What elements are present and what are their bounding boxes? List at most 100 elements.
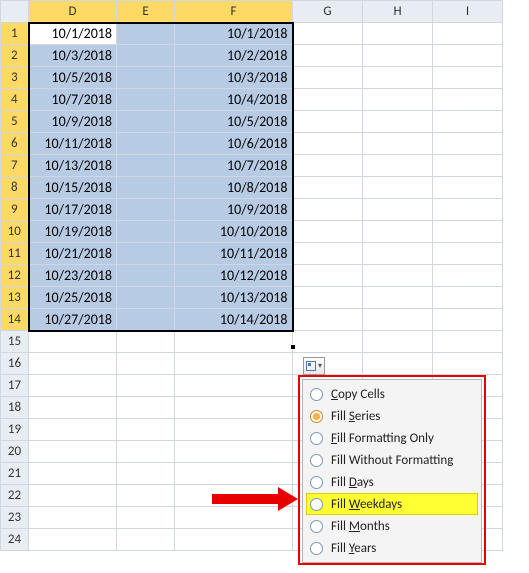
cell-F4[interactable]: 10/4/2018	[175, 89, 293, 111]
fill-handle[interactable]	[290, 344, 296, 350]
row-header-3[interactable]: 3	[1, 67, 29, 89]
cell-D9[interactable]: 10/17/2018	[29, 199, 117, 221]
cell-I1[interactable]	[433, 23, 503, 45]
cell-H1[interactable]	[363, 23, 433, 45]
cell-F21[interactable]	[175, 463, 293, 485]
cell-F12[interactable]: 10/12/2018	[175, 265, 293, 287]
cell-H13[interactable]	[363, 287, 433, 309]
cell-G6[interactable]	[293, 133, 363, 155]
cell-E17[interactable]	[117, 375, 175, 397]
cell-G2[interactable]	[293, 45, 363, 67]
cell-F6[interactable]: 10/6/2018	[175, 133, 293, 155]
cell-G4[interactable]	[293, 89, 363, 111]
cell-E7[interactable]	[117, 155, 175, 177]
cell-G5[interactable]	[293, 111, 363, 133]
row-header-6[interactable]: 6	[1, 133, 29, 155]
cell-E10[interactable]	[117, 221, 175, 243]
cell-H3[interactable]	[363, 67, 433, 89]
cell-I10[interactable]	[433, 221, 503, 243]
cell-F14[interactable]: 10/14/2018	[175, 309, 293, 331]
cell-E6[interactable]	[117, 133, 175, 155]
cell-H14[interactable]	[363, 309, 433, 331]
cell-H11[interactable]	[363, 243, 433, 265]
cell-H12[interactable]	[363, 265, 433, 287]
cell-E18[interactable]	[117, 397, 175, 419]
row-header-24[interactable]: 24	[1, 529, 29, 551]
cell-G13[interactable]	[293, 287, 363, 309]
cell-E14[interactable]	[117, 309, 175, 331]
cell-F5[interactable]: 10/5/2018	[175, 111, 293, 133]
row-header-10[interactable]: 10	[1, 221, 29, 243]
menu-item-fill-formatting-only[interactable]: Fill Formatting Only	[306, 427, 478, 449]
cell-H6[interactable]	[363, 133, 433, 155]
cell-D5[interactable]: 10/9/2018	[29, 111, 117, 133]
cell-F19[interactable]	[175, 419, 293, 441]
cell-E1[interactable]	[117, 23, 175, 45]
cell-D10[interactable]: 10/19/2018	[29, 221, 117, 243]
cell-E22[interactable]	[117, 485, 175, 507]
cell-F2[interactable]: 10/2/2018	[175, 45, 293, 67]
menu-item-fill-months[interactable]: Fill Months	[306, 515, 478, 537]
row-header-17[interactable]: 17	[1, 375, 29, 397]
cell-E3[interactable]	[117, 67, 175, 89]
row-header-8[interactable]: 8	[1, 177, 29, 199]
cell-E15[interactable]	[117, 331, 175, 353]
cell-D18[interactable]	[29, 397, 117, 419]
row-header-12[interactable]: 12	[1, 265, 29, 287]
cell-E21[interactable]	[117, 463, 175, 485]
cell-H5[interactable]	[363, 111, 433, 133]
cell-F9[interactable]: 10/9/2018	[175, 199, 293, 221]
cell-G12[interactable]	[293, 265, 363, 287]
column-header-H[interactable]: H	[363, 1, 433, 23]
row-header-9[interactable]: 9	[1, 199, 29, 221]
menu-item-fill-days[interactable]: Fill Days	[306, 471, 478, 493]
row-header-13[interactable]: 13	[1, 287, 29, 309]
cell-F13[interactable]: 10/13/2018	[175, 287, 293, 309]
cell-F1[interactable]: 10/1/2018	[175, 23, 293, 45]
cell-I12[interactable]	[433, 265, 503, 287]
column-header-G[interactable]: G	[293, 1, 363, 23]
cell-D23[interactable]	[29, 507, 117, 529]
cell-D7[interactable]: 10/13/2018	[29, 155, 117, 177]
cell-D13[interactable]: 10/25/2018	[29, 287, 117, 309]
cell-F10[interactable]: 10/10/2018	[175, 221, 293, 243]
row-header-23[interactable]: 23	[1, 507, 29, 529]
cell-D14[interactable]: 10/27/2018	[29, 309, 117, 331]
cell-H10[interactable]	[363, 221, 433, 243]
row-header-19[interactable]: 19	[1, 419, 29, 441]
row-header-11[interactable]: 11	[1, 243, 29, 265]
row-header-22[interactable]: 22	[1, 485, 29, 507]
cell-H16[interactable]	[363, 353, 433, 375]
cell-E11[interactable]	[117, 243, 175, 265]
cell-F16[interactable]	[175, 353, 293, 375]
cell-I11[interactable]	[433, 243, 503, 265]
cell-E8[interactable]	[117, 177, 175, 199]
cell-D21[interactable]	[29, 463, 117, 485]
cell-G3[interactable]	[293, 67, 363, 89]
cell-H7[interactable]	[363, 155, 433, 177]
cell-E13[interactable]	[117, 287, 175, 309]
cell-D16[interactable]	[29, 353, 117, 375]
cell-D15[interactable]	[29, 331, 117, 353]
column-header-D[interactable]: D	[29, 1, 117, 23]
row-header-21[interactable]: 21	[1, 463, 29, 485]
column-header-I[interactable]: I	[433, 1, 503, 23]
cell-G15[interactable]	[293, 331, 363, 353]
cell-E4[interactable]	[117, 89, 175, 111]
cell-E12[interactable]	[117, 265, 175, 287]
row-header-15[interactable]: 15	[1, 331, 29, 353]
cell-F17[interactable]	[175, 375, 293, 397]
row-header-18[interactable]: 18	[1, 397, 29, 419]
cell-I13[interactable]	[433, 287, 503, 309]
cell-H4[interactable]	[363, 89, 433, 111]
cell-D3[interactable]: 10/5/2018	[29, 67, 117, 89]
column-header-F[interactable]: F	[175, 1, 293, 23]
row-header-2[interactable]: 2	[1, 45, 29, 67]
cell-G10[interactable]	[293, 221, 363, 243]
cell-I2[interactable]	[433, 45, 503, 67]
menu-item-copy-cells[interactable]: Copy Cells	[306, 383, 478, 405]
cell-F15[interactable]	[175, 331, 293, 353]
column-header-E[interactable]: E	[117, 1, 175, 23]
cell-F7[interactable]: 10/7/2018	[175, 155, 293, 177]
cell-H2[interactable]	[363, 45, 433, 67]
